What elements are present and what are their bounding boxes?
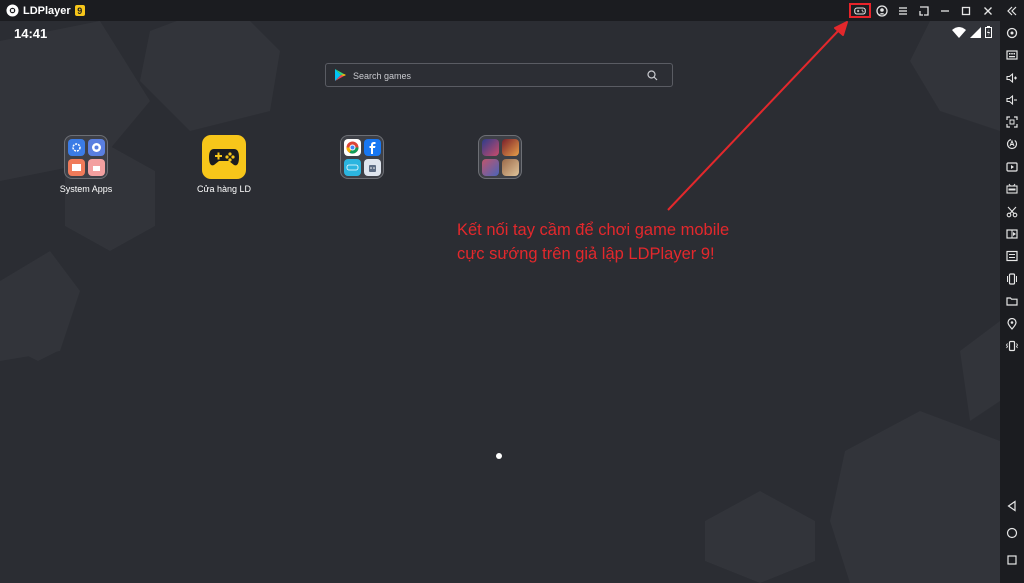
ld-store-icon: [202, 135, 246, 179]
location-icon[interactable]: [1005, 317, 1019, 331]
app-label: System Apps: [59, 184, 113, 194]
app-system-apps[interactable]: System Apps: [51, 135, 121, 194]
bot-icon: [363, 158, 381, 176]
annotation-line-2: cực sướng trên giả lập LDPlayer 9!: [457, 245, 715, 263]
files-icon: [87, 158, 105, 176]
search-icon[interactable]: [647, 70, 658, 81]
search-input[interactable]: [351, 67, 645, 85]
play-store-icon: [335, 69, 346, 81]
folder-icon: [478, 135, 522, 179]
annotation-line-1: Kết nối tay cầm để chơi game mobile: [457, 221, 730, 239]
title-bar: LDPlayer 9: [0, 0, 1024, 21]
popout-icon[interactable]: [916, 3, 932, 18]
maximize-icon[interactable]: [958, 3, 974, 18]
battery-icon: [985, 26, 992, 38]
video-icon[interactable]: [1005, 160, 1019, 174]
game-icon: [501, 138, 519, 156]
close-icon[interactable]: [980, 3, 996, 18]
media-icon[interactable]: [1005, 227, 1019, 241]
app-logo: LDPlayer 9: [6, 4, 85, 17]
app-label: Cửa hàng LD: [196, 184, 252, 194]
chrome-icon: [343, 138, 361, 156]
account-icon[interactable]: [874, 3, 890, 18]
ldplayer-logo-icon: [6, 4, 19, 17]
gamepad-icon[interactable]: [849, 3, 871, 18]
signal-icon: [970, 26, 981, 38]
game-icon: [501, 158, 519, 176]
volume-up-icon[interactable]: [1005, 71, 1019, 85]
page-indicator: [496, 453, 502, 459]
search-bar[interactable]: [325, 63, 673, 87]
back-icon[interactable]: [1005, 499, 1019, 513]
settings-icon: [67, 138, 85, 156]
minimize-icon[interactable]: [937, 3, 953, 18]
hexagon-wallpaper: [0, 21, 1000, 583]
settings-icon[interactable]: [1005, 26, 1019, 40]
folder-icon: [340, 135, 384, 179]
sync-icon[interactable]: [1005, 137, 1019, 151]
facebook-icon: [363, 138, 381, 156]
screenshot-icon[interactable]: [1005, 115, 1019, 129]
app-folder-social[interactable]: [327, 135, 397, 179]
apk-icon[interactable]: [1005, 182, 1019, 196]
list-icon[interactable]: [1005, 249, 1019, 263]
home-icon[interactable]: [1005, 526, 1019, 540]
recents-icon[interactable]: [1005, 553, 1019, 567]
game-icon: [481, 158, 499, 176]
status-icons: [952, 26, 992, 38]
menu-icon[interactable]: [895, 3, 911, 18]
tap-icon: [343, 158, 361, 176]
folder-icon: [64, 135, 108, 179]
keyboard-icon[interactable]: [1005, 48, 1019, 62]
browser-icon: [87, 138, 105, 156]
android-screen[interactable]: 14:41 System Apps Cửa hàng LD: [0, 21, 1000, 583]
wifi-icon: [952, 26, 966, 38]
gallery-icon: [67, 158, 85, 176]
status-time: 14:41: [14, 26, 48, 41]
chevrons-left-icon[interactable]: [1004, 3, 1020, 18]
app-ld-store[interactable]: Cửa hàng LD: [189, 135, 259, 194]
scissors-icon[interactable]: [1005, 205, 1019, 219]
right-toolbar: [1000, 21, 1024, 583]
volume-down-icon[interactable]: [1005, 93, 1019, 107]
app-folder-games[interactable]: [465, 135, 535, 179]
game-icon: [481, 138, 499, 156]
app-name: LDPlayer: [23, 4, 71, 17]
vibrate-icon[interactable]: [1005, 339, 1019, 353]
annotation-text: Kết nối tay cầm để chơi game mobile cực …: [457, 218, 729, 266]
folder-icon[interactable]: [1005, 294, 1019, 308]
version-badge: 9: [74, 5, 85, 16]
shake-icon[interactable]: [1005, 272, 1019, 286]
